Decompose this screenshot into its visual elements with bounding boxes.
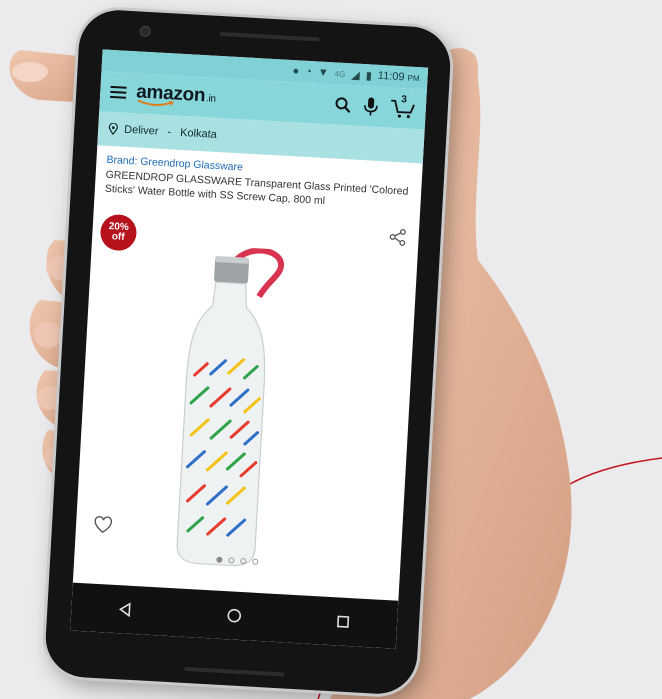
mic-icon[interactable]: [361, 96, 380, 117]
discount-badge: 20% off: [99, 213, 138, 252]
battery-icon: ▮: [365, 69, 373, 82]
product-section: Brand: Greendrop Glassware GREENDROP GLA…: [72, 145, 422, 610]
share-icon[interactable]: [388, 228, 407, 247]
location-icon: ●: [292, 65, 300, 78]
pagination-dot[interactable]: [240, 557, 247, 565]
bottom-speaker: [184, 666, 285, 677]
clock-time: 11:09: [377, 69, 405, 84]
back-icon: [119, 602, 131, 618]
discount-word: off: [111, 231, 125, 243]
cart-button[interactable]: 3: [389, 94, 416, 120]
logo-suffix: .in: [205, 93, 216, 105]
cart-count: 3: [401, 94, 408, 106]
heart-icon[interactable]: [94, 515, 113, 535]
product-image[interactable]: [152, 243, 310, 570]
wifi-icon: ▼: [317, 66, 330, 80]
earpiece: [219, 31, 320, 42]
phone-screen: ● ◔ ▼ 4G ◢ ▮ 11:09 PM amazon.in 3 Deliv: [70, 49, 429, 649]
deliver-city: Kolkata: [179, 126, 218, 141]
clock: 11:09 PM: [378, 70, 420, 84]
network-type: 4G: [334, 68, 346, 79]
amazon-logo[interactable]: amazon .in: [136, 81, 217, 109]
location-pin-icon: [108, 122, 118, 136]
alarm-icon: ◔: [304, 65, 313, 79]
recents-button[interactable]: [327, 606, 359, 638]
clock-ampm: PM: [407, 73, 420, 84]
home-icon: [227, 608, 242, 623]
signal-icon: ◢: [350, 68, 361, 82]
home-button[interactable]: [218, 600, 250, 632]
deliver-label: Deliver: [123, 123, 159, 138]
phone: ● ◔ ▼ 4G ◢ ▮ 11:09 PM amazon.in 3 Deliv: [43, 8, 453, 696]
search-icon[interactable]: [333, 95, 352, 114]
pagination-dot[interactable]: [252, 558, 259, 565]
recents-icon: [336, 615, 349, 628]
back-button[interactable]: [110, 594, 142, 626]
deliver-separator: -: [164, 125, 175, 139]
pagination-dot[interactable]: [216, 556, 223, 563]
pagination-dot[interactable]: [228, 557, 235, 564]
front-camera: [139, 25, 152, 38]
menu-icon[interactable]: [109, 85, 127, 99]
